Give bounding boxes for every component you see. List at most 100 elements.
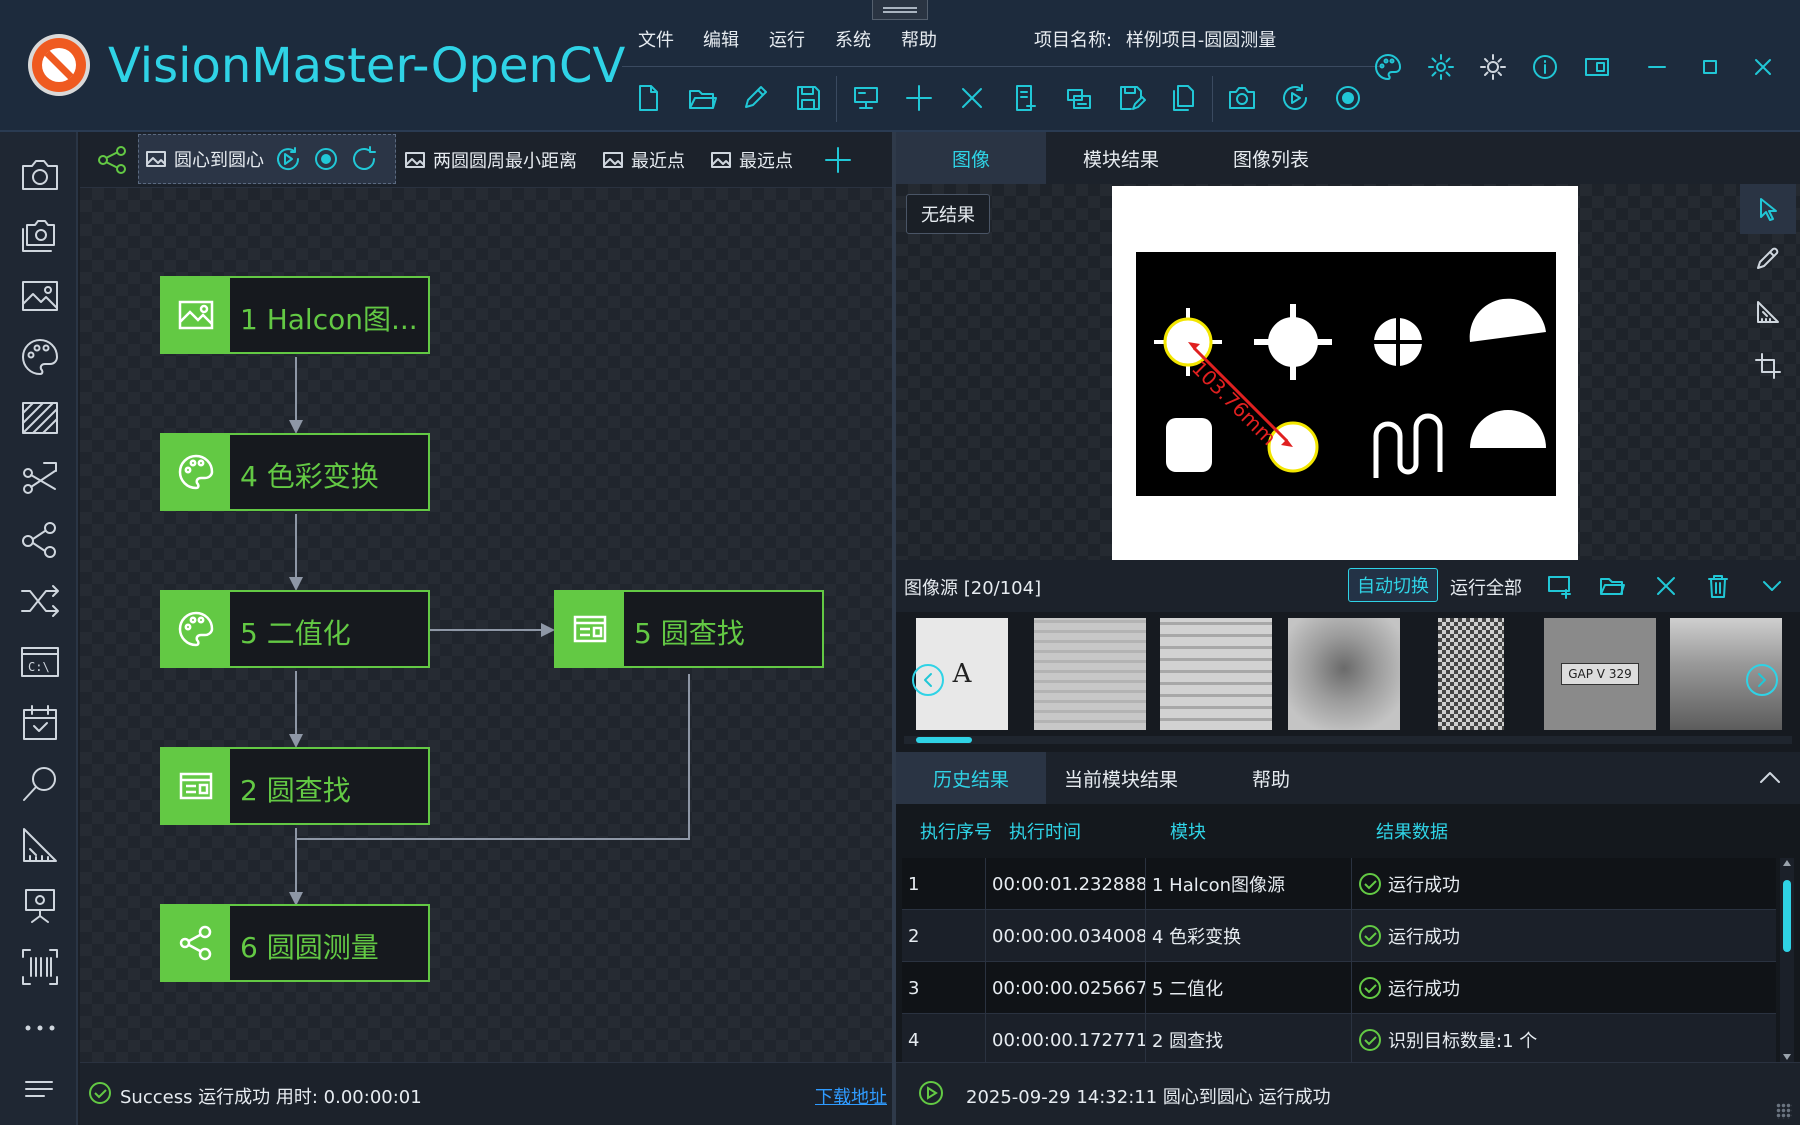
refresh-icon[interactable] [350,145,378,173]
open-folder-icon[interactable] [1598,572,1626,600]
info-icon[interactable] [1530,52,1560,82]
select-cursor-icon[interactable] [1740,184,1796,234]
open-folder-icon[interactable] [686,82,718,114]
flow-node-circle-find-5[interactable]: 5 圆查找 [554,590,824,668]
table-row[interactable]: 1 00:00:01.2328883 1 Halcon图像源 运行成功 [902,858,1776,910]
add-icon[interactable] [903,82,935,114]
shuffle-icon[interactable] [18,579,62,623]
settings-gear-icon[interactable] [1426,52,1456,82]
play-icon[interactable] [274,145,302,173]
resize-grip-icon[interactable] [1776,1103,1792,1119]
flow-node-color-transform[interactable]: 4 色彩变换 [160,433,430,511]
thumbnail[interactable] [1034,618,1146,730]
tab-image-list[interactable]: 图像列表 [1196,132,1346,184]
table-row[interactable]: 4 00:00:00.1727711 2 圆查找 识别目标数量:1 个 [902,1014,1776,1062]
menu-help[interactable]: 帮助 [901,26,937,52]
scrollbar-thumb[interactable] [916,737,972,743]
scroll-up-icon[interactable] [1783,860,1791,866]
flow-canvas[interactable]: 1 Halcon图... 4 色彩变换 5 二值化 5 圆查找 2 圆查找 6 … [80,188,892,1062]
flow-graph-icon[interactable] [96,144,128,176]
monitor-icon[interactable] [850,82,882,114]
scroll-right-icon[interactable] [1746,664,1778,696]
tab-current-module-result[interactable]: 当前模块结果 [1046,752,1196,804]
multi-camera-icon[interactable] [18,213,62,257]
thumbnail[interactable] [1288,618,1400,730]
palette-icon[interactable] [1373,52,1403,82]
hatch-pattern-icon[interactable] [18,396,62,440]
more-icon[interactable] [18,1006,62,1050]
cut-edit-icon[interactable] [18,457,62,501]
run-once-icon[interactable] [1279,82,1311,114]
comms-icon[interactable] [18,884,62,928]
menu-file[interactable]: 文件 [638,26,674,52]
maximize-icon[interactable] [1695,52,1725,82]
calendar-icon[interactable] [18,701,62,745]
color-palette-icon[interactable] [18,335,62,379]
delete-x-icon[interactable] [956,82,988,114]
trash-icon[interactable] [1704,572,1732,600]
pipette-icon[interactable] [1754,244,1782,272]
scroll-down-icon[interactable] [1783,1054,1791,1060]
minimize-icon[interactable] [1642,52,1672,82]
terminal-icon[interactable]: C:\ [18,640,62,684]
menu-edit[interactable]: 编辑 [703,26,739,52]
download-link[interactable]: 下载地址 [815,1083,887,1109]
crop-icon[interactable] [1754,352,1782,380]
close-icon[interactable] [1748,52,1778,82]
measure-tool-icon[interactable] [1754,298,1782,326]
flow-node-circle-measure[interactable]: 6 圆圆测量 [160,904,430,982]
vertical-scrollbar[interactable] [1780,858,1794,1062]
run-status-icon [919,1081,943,1105]
horizontal-scrollbar[interactable] [904,736,1792,744]
flow-node-circle-find-2[interactable]: 2 圆查找 [160,747,430,825]
thumbnail[interactable]: GAP V 329 [1544,618,1656,730]
drag-handle[interactable] [872,0,928,20]
save-icon[interactable] [792,82,824,114]
image-tool-icon[interactable] [18,274,62,318]
add-flow-icon[interactable] [822,144,854,176]
tab-flow-center-to-center[interactable]: 圆心到圆心 [138,134,396,184]
theme-sun-icon[interactable] [1478,52,1508,82]
tab-history-result[interactable]: 历史结果 [896,752,1046,804]
thumbnail[interactable] [1160,618,1272,730]
table-row[interactable]: 2 00:00:00.0340088 4 色彩变换 运行成功 [902,910,1776,962]
tab-flow-nearest-point[interactable]: 最近点 [602,144,685,176]
chevron-up-icon[interactable] [1756,764,1784,792]
search-icon[interactable] [18,762,62,806]
auto-switch-button[interactable]: 自动切换 [1348,568,1438,602]
table-row[interactable]: 3 00:00:00.0256670 5 二值化 运行成功 [902,962,1776,1014]
close-icon[interactable] [1652,572,1680,600]
tab-image[interactable]: 图像 [896,132,1046,184]
tab-flow-min-distance[interactable]: 两圆圆周最小距离 [404,144,577,176]
copy-icon[interactable] [1168,82,1200,114]
record-icon[interactable] [312,145,340,173]
camera-tool-icon[interactable] [18,152,62,196]
print-image-icon[interactable] [1062,82,1094,114]
tab-help[interactable]: 帮助 [1196,752,1346,804]
run-all-button[interactable]: 运行全部 [1450,574,1522,600]
chevron-down-icon[interactable] [1758,572,1786,600]
add-image-icon[interactable] [1546,572,1574,600]
menu-lines-icon[interactable] [18,1067,62,1111]
thumbnail-strip[interactable]: A GAP V 329 [896,612,1800,752]
measure-ruler-icon[interactable] [18,823,62,867]
thumbnail[interactable] [1438,618,1504,730]
save-edit-icon[interactable] [1115,82,1147,114]
camera-icon[interactable] [1226,82,1258,114]
tab-module-result[interactable]: 模块结果 [1046,132,1196,184]
barcode-scan-icon[interactable] [18,945,62,989]
edit-pencil-icon[interactable] [739,82,771,114]
menu-run[interactable]: 运行 [769,26,805,52]
menu-system[interactable]: 系统 [835,26,871,52]
layout-icon[interactable] [1582,52,1612,82]
document-add-icon[interactable] [1009,82,1041,114]
graph-nodes-icon[interactable] [18,518,62,562]
flow-node-binarize[interactable]: 5 二值化 [160,590,430,668]
flow-node-image-source[interactable]: 1 Halcon图... [160,276,430,354]
new-file-icon[interactable] [632,82,664,114]
tab-flow-farthest-point[interactable]: 最远点 [710,144,793,176]
scrollbar-thumb[interactable] [1783,880,1791,952]
scroll-left-icon[interactable] [912,664,944,696]
image-viewer[interactable]: 无结果 103.76mm [896,184,1800,560]
record-icon[interactable] [1332,82,1364,114]
